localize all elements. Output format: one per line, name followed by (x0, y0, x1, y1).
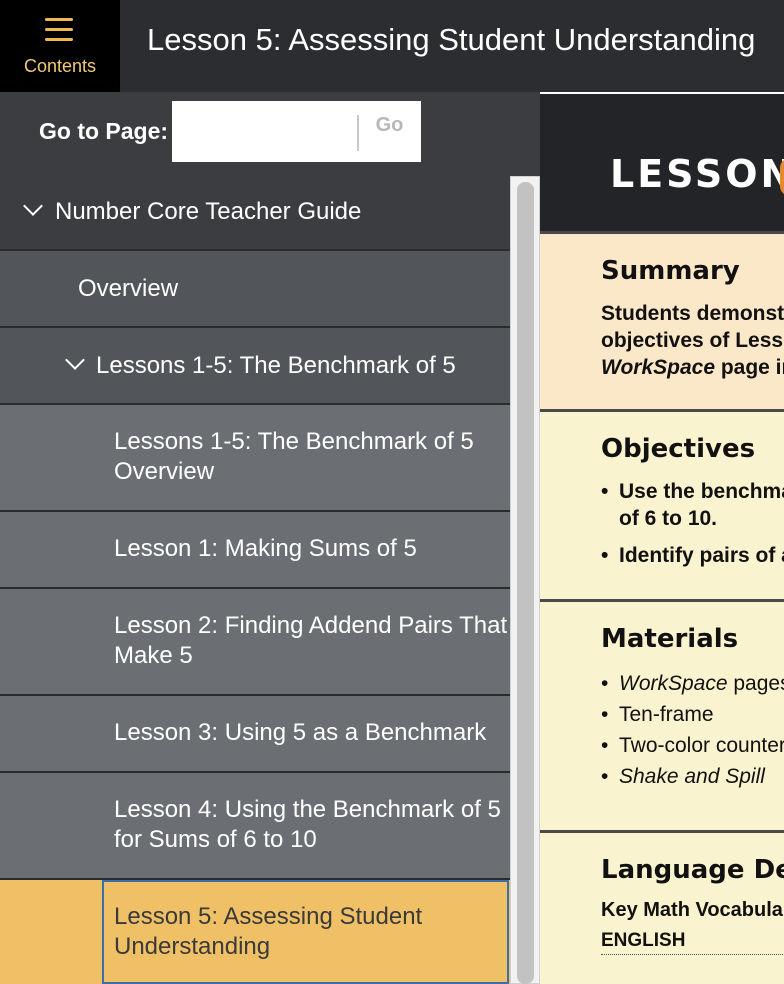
toc-nav: Number Core Teacher Guide Overview Lesso… (0, 174, 510, 984)
toc-label-line: Overview (114, 458, 215, 485)
banner-number-badge (780, 158, 784, 196)
summary-line-rest: page ir (715, 356, 784, 379)
summary-line: objectives of Lesso (601, 329, 784, 352)
toc-item-label: Lesson 4: Using the Benchmark of 5 for S… (114, 795, 501, 855)
summary-line: WorkSpace page ir (601, 354, 784, 381)
contents-label: Contents (23, 56, 97, 76)
goto-page-box: Go (172, 101, 421, 162)
toc-label-line: Lesson 5: Assessing Student (114, 903, 423, 930)
toc-item-label: Lessons 1-5: The Benchmark of 5 Overview (114, 427, 474, 487)
lesson-banner: LESSON (540, 94, 784, 231)
english-column-header: ENGLISH (601, 930, 784, 955)
page-title: Lesson 5: Assessing Student Understandin… (147, 22, 756, 57)
sidebar: Go to Page: Go Number Core Teacher Guide… (0, 92, 540, 984)
toc-item-label: Number Core Teacher Guide (55, 198, 362, 225)
objectives-section: Objectives Use the benchma of 6 to 10. I… (540, 409, 784, 599)
toc-item-lesson-5-active[interactable]: Lesson 5: Assessing Student Understandin… (0, 880, 510, 984)
goto-page-input[interactable] (172, 101, 357, 162)
goto-page-label: Go to Page: (39, 118, 169, 144)
hamburger-icon (45, 18, 73, 42)
toc-label-line: Lessons 1-5: The Benchmark of 5 (114, 428, 474, 455)
toc-item-lesson-4[interactable]: Lesson 4: Using the Benchmark of 5 for S… (0, 773, 510, 880)
materials-heading: Materials (601, 624, 739, 654)
toc-item-number-core-teacher-guide[interactable]: Number Core Teacher Guide (0, 174, 510, 251)
toc-item-label: Lesson 3: Using 5 as a Benchmark (114, 719, 487, 746)
toc-label-line: Lesson 2: Finding Addend Pairs That (114, 612, 508, 639)
summary-heading: Summary (601, 256, 740, 286)
toc-label-line: Make 5 (114, 642, 193, 669)
workspace-italic: WorkSpace (619, 672, 728, 695)
lesson-content-pane: LESSON Summary Students demonstr objecti… (540, 92, 784, 984)
material-item: WorkSpace pages 9 (601, 668, 784, 699)
goto-button[interactable]: Go (362, 111, 417, 151)
sidebar-scrollbar-thumb[interactable] (517, 182, 534, 984)
contents-button[interactable]: Contents (0, 0, 120, 92)
toc-item-label: Lesson 2: Finding Addend Pairs That Make… (114, 611, 507, 671)
language-section: Language De Key Math Vocabular ENGLISH (540, 830, 784, 984)
vocab-label: Key Math Vocabular (601, 899, 784, 921)
toc-item-lessons-1-5[interactable]: Lessons 1-5: The Benchmark of 5 (0, 328, 510, 405)
summary-text: Students demonstr objectives of Lesso Wo… (601, 300, 784, 381)
goto-divider (357, 115, 359, 151)
chevron-down-icon (23, 196, 43, 216)
toc-item-label: Lessons 1-5: The Benchmark of 5 (96, 352, 456, 379)
toc-label-line: for Sums of 6 to 10 (114, 826, 317, 853)
toc-item-lesson-3[interactable]: Lesson 3: Using 5 as a Benchmark (0, 696, 510, 773)
toc-item-lesson-1[interactable]: Lesson 1: Making Sums of 5 (0, 512, 510, 589)
toc-label-line: Understanding (114, 933, 271, 960)
material-item: Two-color counters (601, 730, 784, 761)
material-item: Shake and Spill (601, 761, 784, 792)
workspace-italic: WorkSpace (601, 356, 715, 379)
header-bar: Contents Lesson 5: Assessing Student Und… (0, 0, 784, 92)
toc-item-overview[interactable]: Overview (0, 251, 510, 328)
chevron-down-icon (65, 350, 85, 370)
objective-item: Use the benchma of 6 to 10. (601, 478, 784, 532)
objectives-heading: Objectives (601, 434, 756, 464)
toc-item-label: Lesson 1: Making Sums of 5 (114, 535, 417, 562)
summary-line: Students demonstr (601, 302, 784, 325)
material-item: Ten-frame (601, 699, 784, 730)
objective-line: of 6 to 10. (619, 507, 718, 530)
material-item-rest: pages 9 (733, 672, 784, 695)
goto-page-row: Go to Page: Go (0, 92, 540, 174)
toc-label-line: Lesson 4: Using the Benchmark of 5 (114, 796, 501, 823)
toc-item-label: Lesson 5: Assessing Student Understandin… (114, 902, 422, 962)
summary-section: Summary Students demonstr objectives of … (540, 231, 784, 409)
objective-line: Use the benchma (619, 480, 784, 503)
toc-item-lesson-2[interactable]: Lesson 2: Finding Addend Pairs That Make… (0, 589, 510, 696)
language-heading: Language De (601, 855, 784, 885)
material-italic: Shake and Spill (619, 765, 765, 788)
objective-item: Identify pairs of a (601, 542, 784, 569)
materials-section: Materials WorkSpace pages 9 Ten-frame Tw… (540, 599, 784, 830)
toc-item-label: Overview (78, 275, 179, 302)
banner-text: LESSON (610, 152, 784, 196)
toc-item-lessons-overview[interactable]: Lessons 1-5: The Benchmark of 5 Overview (0, 405, 510, 512)
